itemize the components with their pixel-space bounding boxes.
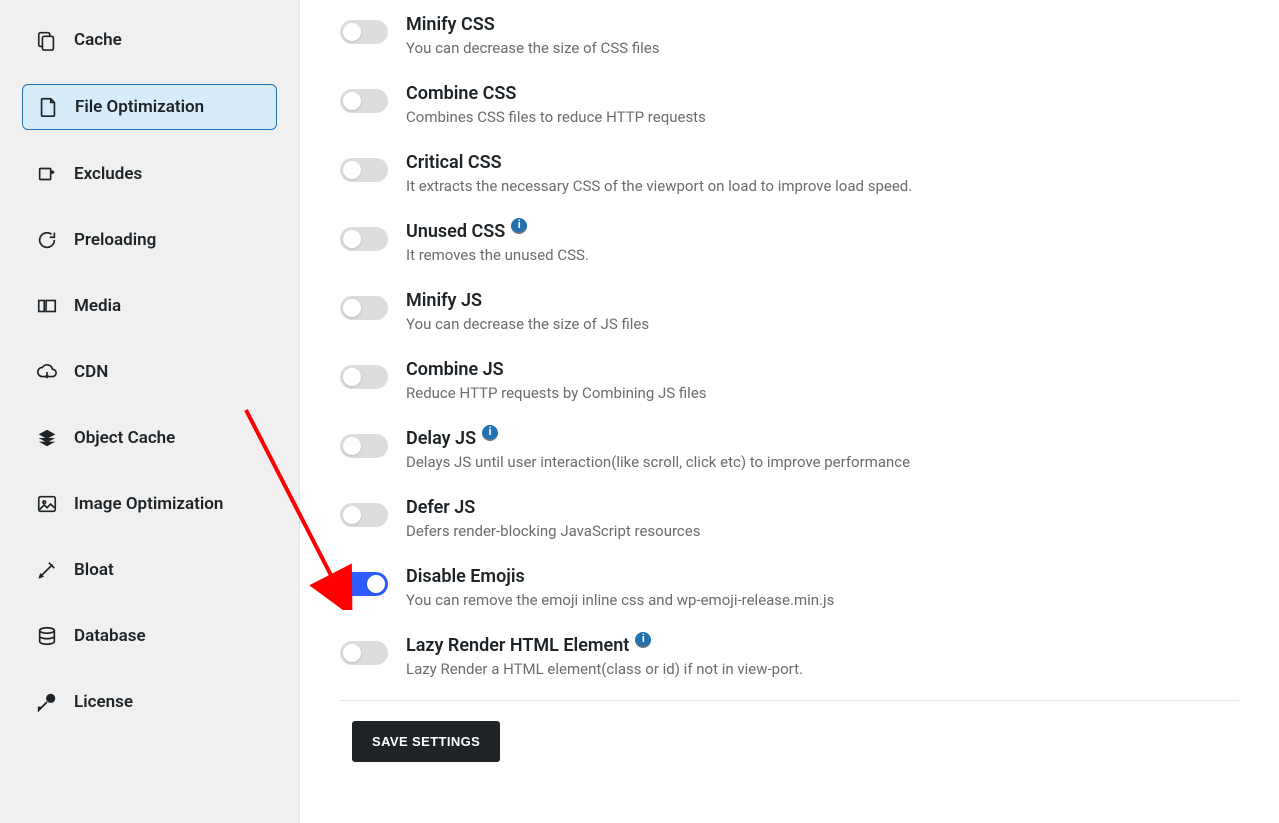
info-icon[interactable]: i — [635, 632, 651, 648]
media-icon — [36, 295, 58, 317]
toggle-combine-css[interactable] — [340, 89, 388, 113]
setting-description: Combines CSS files to reduce HTTP reques… — [406, 108, 706, 126]
toggle-unused-css[interactable] — [340, 227, 388, 251]
setting-title: Minify JS — [406, 290, 482, 311]
toggle-delay-js[interactable] — [340, 434, 388, 458]
sidebar-item-label: Media — [74, 296, 121, 316]
toggle-defer-js[interactable] — [340, 503, 388, 527]
sidebar-item-label: License — [74, 692, 133, 712]
sidebar-item-database[interactable]: Database — [22, 614, 277, 658]
sidebar-item-cache[interactable]: Cache — [22, 18, 277, 62]
cdn-icon — [36, 361, 58, 383]
setting-title: Critical CSS — [406, 152, 502, 173]
sidebar-item-preloading[interactable]: Preloading — [22, 218, 277, 262]
setting-description: Delays JS until user interaction(like sc… — [406, 453, 910, 471]
setting-text: Critical CSS It extracts the necessary C… — [406, 152, 912, 195]
sidebar-item-label: Object Cache — [74, 428, 175, 448]
object-cache-icon — [36, 427, 58, 449]
setting-text: Disable Emojis You can remove the emoji … — [406, 566, 834, 609]
setting-description: It removes the unused CSS. — [406, 246, 589, 264]
setting-description: Defers render-blocking JavaScript resour… — [406, 522, 700, 540]
setting-description: You can remove the emoji inline css and … — [406, 591, 834, 609]
setting-row-minify-js: Minify JS You can decrease the size of J… — [340, 276, 1239, 333]
setting-title: Disable Emojis — [406, 566, 525, 587]
setting-description: It extracts the necessary CSS of the vie… — [406, 177, 912, 195]
setting-text: Delay JS i Delays JS until user interact… — [406, 428, 910, 471]
setting-title: Lazy Render HTML Element i — [406, 635, 651, 656]
setting-row-minify-css: Minify CSS You can decrease the size of … — [340, 0, 1239, 57]
excludes-icon — [36, 163, 58, 185]
preloading-icon — [36, 229, 58, 251]
setting-title: Defer JS — [406, 497, 475, 518]
main-content: Minify CSS You can decrease the size of … — [300, 0, 1279, 823]
sidebar-item-label: Image Optimization — [74, 494, 223, 514]
setting-title: Minify CSS — [406, 14, 495, 35]
info-icon[interactable]: i — [482, 425, 498, 441]
setting-row-lazy-render-html-element: Lazy Render HTML Element i Lazy Render a… — [340, 621, 1239, 678]
setting-title: Delay JS i — [406, 428, 498, 449]
image-optimization-icon — [36, 493, 58, 515]
toggle-critical-css[interactable] — [340, 158, 388, 182]
toggle-disable-emojis[interactable] — [340, 572, 388, 596]
setting-row-delay-js: Delay JS i Delays JS until user interact… — [340, 414, 1239, 471]
setting-text: Defer JS Defers render-blocking JavaScri… — [406, 497, 700, 540]
sidebar-item-image-optimization[interactable]: Image Optimization — [22, 482, 277, 526]
setting-description: You can decrease the size of CSS files — [406, 39, 660, 57]
sidebar-item-label: Excludes — [74, 164, 142, 184]
sidebar-item-label: Bloat — [74, 560, 114, 580]
setting-title: Combine CSS — [406, 83, 516, 104]
setting-title: Combine JS — [406, 359, 504, 380]
setting-text: Combine JS Reduce HTTP requests by Combi… — [406, 359, 707, 402]
toggle-lazy-render-html-element[interactable] — [340, 641, 388, 665]
sidebar: Cache File Optimization Excludes Preload… — [0, 0, 300, 823]
cache-icon — [36, 29, 58, 51]
save-settings-button[interactable]: SAVE SETTINGS — [352, 721, 500, 762]
setting-row-critical-css: Critical CSS It extracts the necessary C… — [340, 138, 1239, 195]
divider — [340, 700, 1239, 701]
setting-text: Unused CSS i It removes the unused CSS. — [406, 221, 589, 264]
setting-text: Lazy Render HTML Element i Lazy Render a… — [406, 635, 803, 678]
sidebar-item-excludes[interactable]: Excludes — [22, 152, 277, 196]
toggle-minify-css[interactable] — [340, 20, 388, 44]
sidebar-item-label: Preloading — [74, 230, 156, 250]
setting-description: Reduce HTTP requests by Combining JS fil… — [406, 384, 707, 402]
sidebar-item-media[interactable]: Media — [22, 284, 277, 328]
file-icon — [37, 96, 59, 118]
toggle-minify-js[interactable] — [340, 296, 388, 320]
sidebar-item-license[interactable]: License — [22, 680, 277, 724]
setting-text: Combine CSS Combines CSS files to reduce… — [406, 83, 706, 126]
sidebar-item-object-cache[interactable]: Object Cache — [22, 416, 277, 460]
setting-row-combine-js: Combine JS Reduce HTTP requests by Combi… — [340, 345, 1239, 402]
sidebar-item-file-optimization[interactable]: File Optimization — [22, 84, 277, 130]
setting-row-combine-css: Combine CSS Combines CSS files to reduce… — [340, 69, 1239, 126]
info-icon[interactable]: i — [511, 218, 527, 234]
sidebar-item-cdn[interactable]: CDN — [22, 350, 277, 394]
setting-row-defer-js: Defer JS Defers render-blocking JavaScri… — [340, 483, 1239, 540]
setting-row-unused-css: Unused CSS i It removes the unused CSS. — [340, 207, 1239, 264]
bloat-icon — [36, 559, 58, 581]
toggle-combine-js[interactable] — [340, 365, 388, 389]
sidebar-item-label: CDN — [74, 362, 108, 382]
settings-list: Minify CSS You can decrease the size of … — [340, 0, 1239, 678]
setting-text: Minify JS You can decrease the size of J… — [406, 290, 649, 333]
sidebar-item-label: Database — [74, 626, 146, 646]
database-icon — [36, 625, 58, 647]
setting-row-disable-emojis: Disable Emojis You can remove the emoji … — [340, 552, 1239, 609]
setting-description: You can decrease the size of JS files — [406, 315, 649, 333]
setting-description: Lazy Render a HTML element(class or id) … — [406, 660, 803, 678]
setting-title: Unused CSS i — [406, 221, 527, 242]
sidebar-item-label: File Optimization — [75, 97, 204, 117]
sidebar-item-label: Cache — [74, 30, 122, 50]
sidebar-item-bloat[interactable]: Bloat — [22, 548, 277, 592]
setting-text: Minify CSS You can decrease the size of … — [406, 14, 660, 57]
license-icon — [36, 691, 58, 713]
